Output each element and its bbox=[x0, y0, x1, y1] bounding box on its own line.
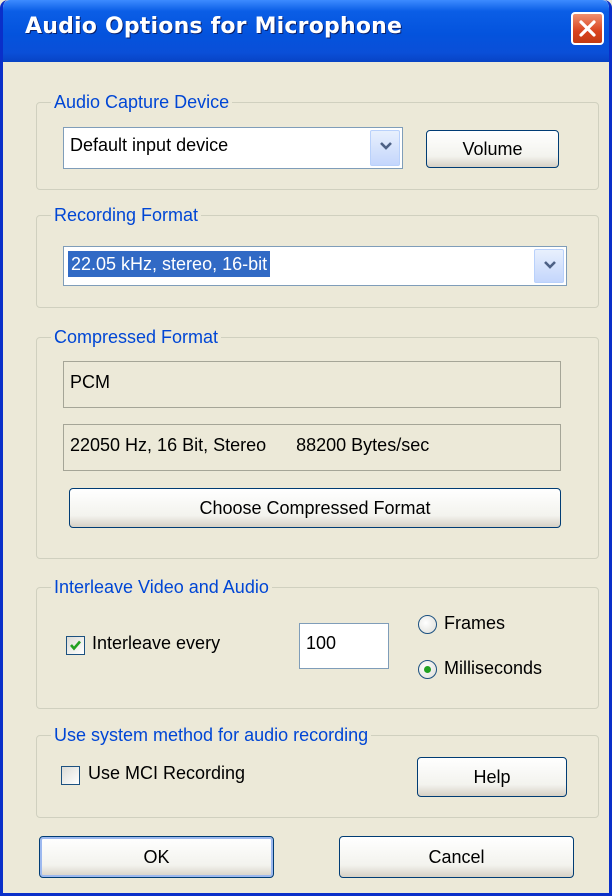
format-details-field: 22050 Hz, 16 Bit, Stereo 88200 Bytes/sec bbox=[63, 424, 561, 471]
interleave-checkbox[interactable] bbox=[66, 636, 85, 655]
ok-button[interactable]: OK bbox=[39, 836, 274, 878]
milliseconds-radio[interactable] bbox=[418, 660, 437, 679]
milliseconds-radio-label[interactable]: Milliseconds bbox=[444, 658, 542, 679]
frames-radio-label[interactable]: Frames bbox=[444, 613, 505, 634]
radio-selected-dot bbox=[424, 666, 431, 673]
help-button[interactable]: Help bbox=[417, 757, 567, 797]
codec-field: PCM bbox=[63, 361, 561, 408]
interleave-label: Interleave Video and Audio bbox=[51, 575, 272, 599]
choose-compressed-format-button[interactable]: Choose Compressed Format bbox=[69, 488, 561, 528]
title-bar[interactable]: Audio Options for Microphone bbox=[3, 0, 609, 62]
window-title: Audio Options for Microphone bbox=[25, 14, 403, 39]
recording-format-select[interactable]: 22.05 kHz, stereo, 16-bit bbox=[63, 246, 567, 286]
mci-recording-checkbox[interactable] bbox=[61, 766, 80, 785]
frames-radio[interactable] bbox=[418, 615, 437, 634]
chevron-down-icon bbox=[380, 142, 392, 150]
interleave-value-input[interactable]: 100 bbox=[299, 623, 389, 669]
recording-format-label: Recording Format bbox=[51, 203, 202, 227]
audio-options-dialog: Audio Options for Microphone Audio Captu… bbox=[0, 0, 612, 896]
volume-button[interactable]: Volume bbox=[426, 130, 559, 168]
format-details-value: 22050 Hz, 16 Bit, Stereo 88200 Bytes/sec bbox=[70, 435, 430, 455]
compressed-format-label: Compressed Format bbox=[51, 325, 222, 349]
mci-recording-label[interactable]: Use MCI Recording bbox=[88, 763, 245, 784]
dropdown-arrow-button[interactable] bbox=[370, 130, 400, 166]
system-method-label: Use system method for audio recording bbox=[51, 723, 372, 747]
interleave-checkbox-label[interactable]: Interleave every bbox=[92, 633, 220, 654]
close-icon bbox=[579, 20, 596, 37]
dropdown-arrow-button[interactable] bbox=[534, 249, 564, 283]
close-button[interactable] bbox=[571, 12, 604, 45]
cancel-button[interactable]: Cancel bbox=[339, 836, 574, 878]
capture-device-select[interactable]: Default input device bbox=[63, 127, 403, 169]
checkmark-icon bbox=[70, 640, 81, 651]
recording-format-value: 22.05 kHz, stereo, 16-bit bbox=[68, 251, 271, 277]
capture-device-value: Default input device bbox=[70, 135, 229, 155]
chevron-down-icon bbox=[544, 261, 556, 269]
audio-capture-label: Audio Capture Device bbox=[51, 90, 233, 114]
interleave-value: 100 bbox=[306, 633, 337, 653]
codec-value: PCM bbox=[70, 372, 110, 392]
